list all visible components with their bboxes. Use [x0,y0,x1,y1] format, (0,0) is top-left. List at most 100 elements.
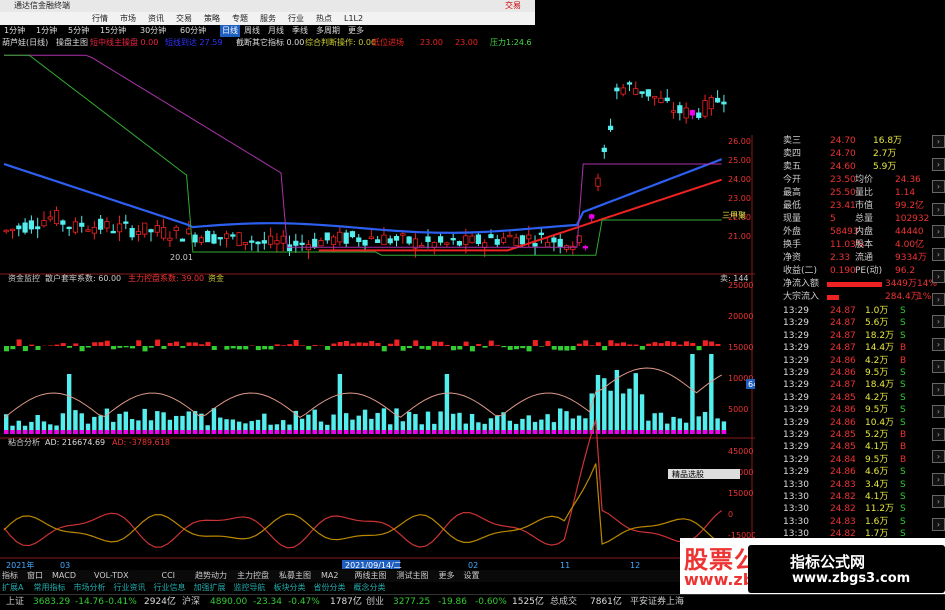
category-tab[interactable]: 加强扩展 [194,582,226,593]
period-tab[interactable]: 季线 [292,25,308,37]
volume-bar-base [199,430,203,434]
menu-item[interactable]: 服务 [260,12,276,25]
indicator-tab[interactable]: 两线主图 [355,570,387,582]
period-tab[interactable]: 月线 [268,25,284,37]
candle [42,221,46,226]
menu-item[interactable]: 市场 [120,12,136,25]
indicator-tab[interactable]: MA2 [321,570,338,582]
candle [608,126,612,129]
price-axis-label: 24.00 [728,175,751,184]
status-item: -19.86 [438,595,467,610]
indicator-tab[interactable]: 主力控盘 [237,570,269,582]
candle [640,92,644,94]
side-button-icon[interactable]: › [932,495,945,508]
indicator-tab[interactable]: 趋势动力 [195,570,227,582]
side-button-icon[interactable]: › [932,450,945,463]
category-tab[interactable]: 扩展A [2,582,23,593]
category-tab[interactable]: 监控导航 [234,582,266,593]
side-button-icon[interactable]: › [932,473,945,486]
side-button-icon[interactable]: › [932,360,945,373]
side-button-icon[interactable]: › [932,293,945,306]
side-button-icon[interactable]: › [932,180,945,193]
menu-item[interactable]: 行业 [288,12,304,25]
candle [602,148,606,151]
period-tab[interactable]: 周线 [244,25,260,37]
trade-time: 13:29 [783,441,809,453]
candle [224,234,228,239]
side-button-icon[interactable]: › [932,270,945,283]
flow-bar [426,346,431,350]
indicator-value: 短中线主操盘 0.00 [90,37,158,48]
period-tab[interactable]: 日线 [220,25,240,37]
period-tab[interactable]: 1分钟 [36,25,57,37]
indicator-tab[interactable]: 测试主图 [397,570,429,582]
category-tab[interactable]: 行业信息 [154,582,186,593]
side-button-icon[interactable]: › [932,158,945,171]
support-line [4,55,722,255]
menu-item[interactable]: 热点 [316,12,332,25]
candle [35,227,39,229]
price-axis-label: 23.00 [728,194,751,203]
volume-bar-base [338,430,342,434]
trade-volume: 9.5万 [865,454,888,466]
category-tab[interactable]: 常用指标 [34,582,66,593]
trade-link[interactable]: 交易 [505,0,521,12]
flow-bar [697,346,702,350]
quote-label: 外盘 [783,226,801,239]
side-button-icon[interactable]: › [932,248,945,261]
candle [508,235,512,237]
indicator-tab[interactable]: MACD [52,570,76,582]
candle [388,239,392,243]
menu-item[interactable]: L1L2 [344,12,363,25]
volume-bar-base [98,430,102,434]
volume-bar-base [470,430,474,434]
trade-price: 24.82 [830,491,856,503]
side-button-icon[interactable]: › [932,225,945,238]
side-button-icon[interactable]: › [932,315,945,328]
menu-item[interactable]: 资讯 [148,12,164,25]
category-tab[interactable]: 概念分类 [354,582,386,593]
category-tab[interactable]: 市场分析 [74,582,106,593]
category-tab[interactable]: 省份分类 [314,582,346,593]
side-button-icon[interactable]: › [932,405,945,418]
trade-row: 13:2924.864.6万S [755,466,930,478]
side-button-icon[interactable]: › [932,135,945,148]
candle [29,221,33,229]
indicator-tab[interactable]: 更多 [439,570,455,582]
period-tab[interactable]: 15分钟 [100,25,126,37]
trade-time: 13:29 [783,454,809,466]
trade-volume: 5.6万 [865,317,888,329]
side-button-icon[interactable]: › [932,203,945,216]
quote-label-2: 总量 [855,213,873,226]
quote-label: 卖三 [783,135,801,148]
menu-item[interactable]: 交易 [176,12,192,25]
side-button-icon[interactable]: › [932,383,945,396]
indicator-tab[interactable]: VOL-TDX [94,570,129,582]
menu-item[interactable]: 策略 [204,12,220,25]
volume-bar-base [527,430,531,434]
indicator-tab[interactable]: 私募主图 [279,570,311,582]
indicator-tab[interactable]: 指标 [2,570,18,582]
indicator-tab[interactable]: 设置 [464,570,480,582]
quote-value-2: 1.14 [895,187,915,200]
side-button-icon[interactable]: › [932,338,945,351]
chart-area[interactable]: 26.0025.0024.0023.0022.0021.0020.01三甲聚25… [0,48,755,570]
indicator-tab[interactable]: CCI [162,570,176,582]
flow-bar [615,343,620,346]
category-tab[interactable]: 行业资讯 [114,582,146,593]
side-button-icon[interactable]: › [932,518,945,531]
indicator-tab[interactable]: 窗口 [27,570,43,582]
volume-bar-base [73,430,77,434]
menu-item[interactable]: 行情 [92,12,108,25]
side-button-icon[interactable]: › [932,428,945,441]
period-tab[interactable]: 1分钟 [4,25,25,37]
period-tab[interactable]: 更多 [348,25,364,37]
period-tab[interactable]: 30分钟 [140,25,166,37]
candle [338,232,342,242]
category-tab[interactable]: 板块分类 [274,582,306,593]
period-tab[interactable]: 60分钟 [180,25,206,37]
period-tab[interactable]: 多周期 [316,25,340,37]
volume-bar-base [426,430,430,434]
period-tab[interactable]: 5分钟 [68,25,89,37]
menu-item[interactable]: 专题 [232,12,248,25]
